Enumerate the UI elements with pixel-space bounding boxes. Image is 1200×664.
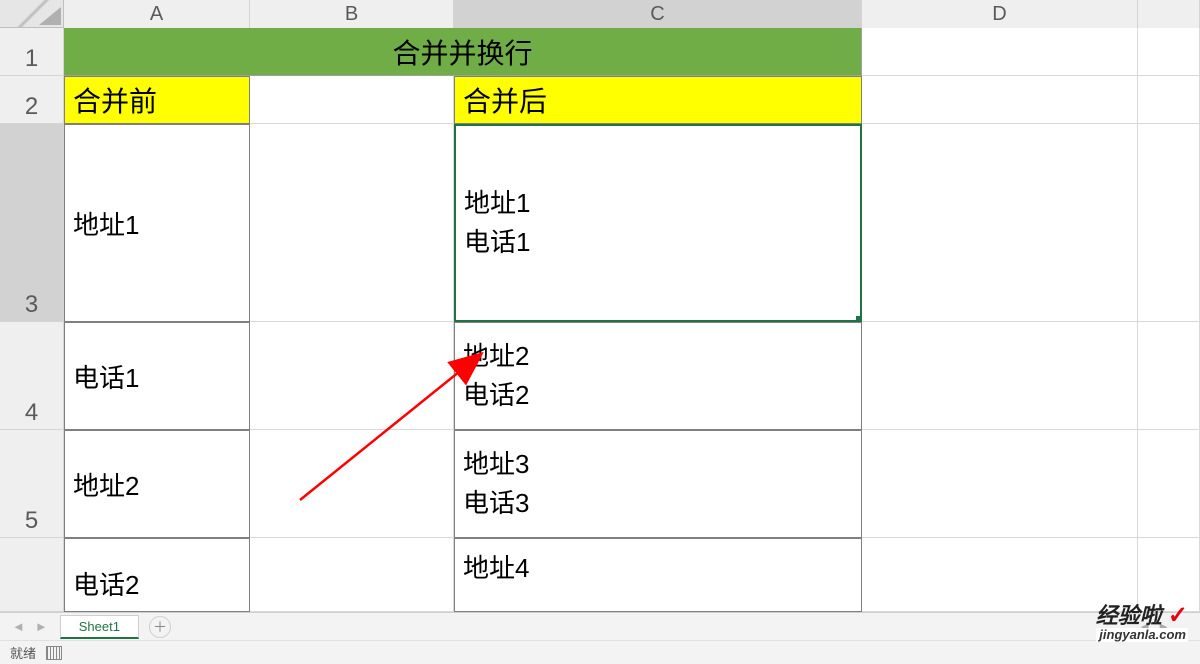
status-ready: 就绪 [10, 643, 36, 662]
cell-B6[interactable] [250, 538, 454, 612]
cell-D6[interactable] [862, 538, 1138, 612]
cell-E6[interactable] [1138, 538, 1200, 612]
cell-C3[interactable]: 地址1 电话1 [454, 124, 862, 322]
row-header-2[interactable]: 2 [0, 76, 64, 124]
c6-line1: 地址4 [463, 549, 529, 588]
cell-B5[interactable] [250, 430, 454, 538]
cell-A3[interactable]: 地址1 [64, 124, 250, 322]
col-header-D[interactable]: D [862, 0, 1138, 28]
cell-E3[interactable] [1138, 124, 1200, 322]
cell-D4[interactable] [862, 322, 1138, 430]
c4-line1: 地址2 [463, 337, 529, 376]
c5-line1: 地址3 [463, 445, 529, 484]
row-header-5[interactable]: 5 [0, 430, 64, 538]
col-header-C[interactable]: C [454, 0, 862, 28]
tabs-scroll-right: ◄ ► [1138, 619, 1200, 634]
cell-E2[interactable] [1138, 76, 1200, 124]
row-header-4[interactable]: 4 [0, 322, 64, 430]
column-headers: A B C D [0, 0, 1200, 28]
row-header-3[interactable]: 3 [0, 124, 64, 322]
cell-B2[interactable] [250, 76, 454, 124]
col-header-A[interactable]: A [64, 0, 250, 28]
tab-next-icon[interactable]: ► [35, 619, 48, 634]
cell-E5[interactable] [1138, 430, 1200, 538]
spreadsheet-area: A B C D 1 2 3 4 5 合并并换行 合并前 合并后 地址1 地址1 … [0, 0, 1200, 612]
c5-line2: 电话3 [463, 484, 529, 523]
row-header-1[interactable]: 1 [0, 28, 64, 76]
hscroll-left-icon[interactable]: ◄ [1138, 619, 1151, 634]
merged-title-cell[interactable]: 合并并换行 [64, 28, 862, 76]
tab-prev-icon[interactable]: ◄ [12, 619, 25, 634]
cell-E4[interactable] [1138, 322, 1200, 430]
col-header-B[interactable]: B [250, 0, 454, 28]
cell-E1[interactable] [1138, 28, 1200, 76]
c3-line1: 地址1 [464, 184, 530, 223]
c4-line2: 电话2 [463, 376, 529, 415]
cell-D5[interactable] [862, 430, 1138, 538]
cell-C5[interactable]: 地址3 电话3 [454, 430, 862, 538]
cell-D3[interactable] [862, 124, 1138, 322]
macro-record-icon[interactable] [46, 646, 62, 660]
sheet-tab-1[interactable]: Sheet1 [60, 615, 139, 639]
c3-line2: 电话1 [464, 223, 530, 262]
cell-D1[interactable] [862, 28, 1138, 76]
select-all-corner[interactable] [0, 0, 64, 28]
cell-A5[interactable]: 地址2 [64, 430, 250, 538]
status-bar: 就绪 [0, 640, 1200, 664]
cell-C6[interactable]: 地址4 [454, 538, 862, 612]
tab-nav-arrows: ◄ ► [0, 619, 60, 634]
cell-C4[interactable]: 地址2 电话2 [454, 322, 862, 430]
cell-B4[interactable] [250, 322, 454, 430]
hscroll-right-icon[interactable]: ► [1157, 619, 1170, 634]
col-header-next[interactable] [1138, 0, 1200, 28]
cell-grid: 合并并换行 合并前 合并后 地址1 地址1 电话1 电话1 地址2 电话2 地址… [64, 28, 1200, 612]
cell-A6[interactable]: 电话2 [64, 538, 250, 612]
cell-D2[interactable] [862, 76, 1138, 124]
header-after[interactable]: 合并后 [454, 76, 862, 124]
row-header-6[interactable] [0, 538, 64, 612]
row-headers: 1 2 3 4 5 [0, 28, 64, 612]
add-sheet-button[interactable]: ＋ [149, 616, 171, 638]
sheet-tabs-bar: ◄ ► Sheet1 ＋ ◄ ► [0, 612, 1200, 640]
cell-B3[interactable] [250, 124, 454, 322]
header-before[interactable]: 合并前 [64, 76, 250, 124]
cell-A4[interactable]: 电话1 [64, 322, 250, 430]
